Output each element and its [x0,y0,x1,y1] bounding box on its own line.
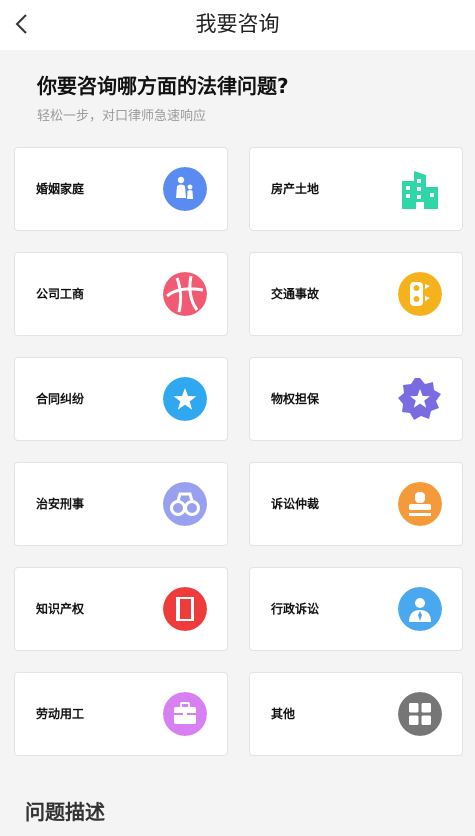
category-card-company[interactable]: 公司工商 [14,252,228,336]
category-card-intellectual-property[interactable]: 知识产权 [14,567,228,651]
category-label: 其他 [271,707,296,721]
problem-description-title: 问题描述 [25,800,105,824]
category-card-litigation-arbitration[interactable]: 诉讼仲裁 [249,462,463,546]
top-bar: 我要咨询 [0,0,475,50]
page-title: 我要咨询 [195,12,280,36]
family-icon [163,167,207,211]
category-label: 合同纠纷 [36,392,85,406]
category-label: 物权担保 [271,392,320,406]
building-icon [402,171,438,209]
category-card-real-estate[interactable]: 房产土地 [249,147,463,231]
category-card-contract-dispute[interactable]: 合同纠纷 [14,357,228,441]
category-label: 婚姻家庭 [36,182,85,196]
official-icon [398,587,442,631]
category-label: 劳动用工 [36,707,85,721]
category-card-administrative[interactable]: 行政诉讼 [249,567,463,651]
star-icon [163,377,207,421]
category-card-marriage-family[interactable]: 婚姻家庭 [14,147,228,231]
grid-icon [398,692,442,736]
category-label: 房产土地 [271,182,320,196]
category-label: 行政诉讼 [271,602,320,616]
category-label: 治安刑事 [36,497,85,511]
briefcase-icon [163,692,207,736]
category-label: 交通事故 [271,287,320,301]
stamp-icon [398,482,442,526]
category-label: 诉讼仲裁 [271,497,320,511]
category-card-traffic-accident[interactable]: 交通事故 [249,252,463,336]
book-icon [163,587,207,631]
question-subtitle: 轻松一步，对口律师急速响应 [37,109,207,124]
globe-icon [163,272,207,316]
category-label: 知识产权 [36,602,85,616]
category-card-property-guarantee[interactable]: 物权担保 [249,357,463,441]
handcuffs-icon [163,482,207,526]
category-card-labor[interactable]: 劳动用工 [14,672,228,756]
question-heading: 你要咨询哪方面的法律问题? [37,74,289,98]
category-card-criminal[interactable]: 治安刑事 [14,462,228,546]
category-card-other[interactable]: 其他 [249,672,463,756]
category-label: 公司工商 [36,287,85,301]
badge-star-icon [398,378,441,420]
traffic-light-icon [398,272,442,316]
